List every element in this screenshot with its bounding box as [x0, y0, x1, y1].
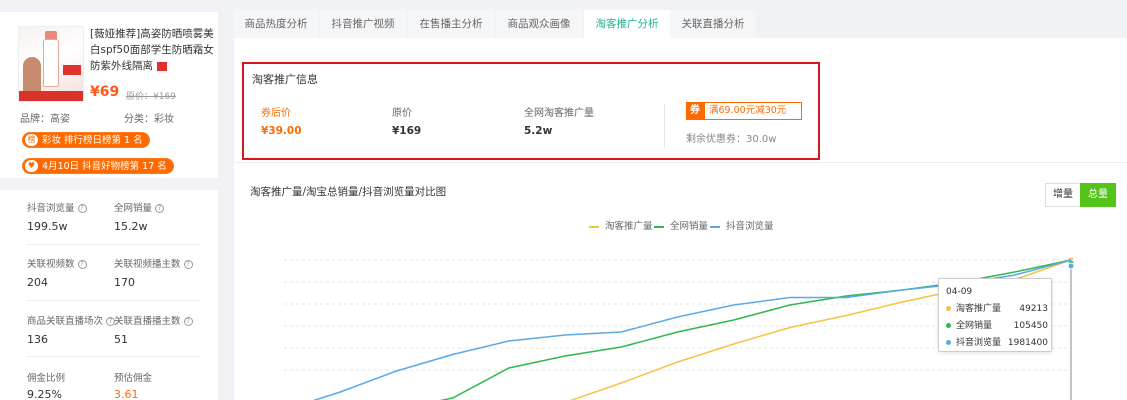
stat-label: 预估佣金 [114, 373, 153, 384]
heart-icon: ♥ [25, 160, 38, 172]
legend-item-views[interactable]: 抖音浏览量 [710, 220, 774, 234]
help-icon: ? [77, 260, 87, 269]
promo-volume-label: 全网淘客推广量 [524, 108, 594, 119]
toggle-increment-button[interactable]: 增量 [1045, 183, 1081, 207]
coupon-text: 满69.00元减30元 [704, 102, 802, 120]
product-price: ¥69 [90, 84, 120, 100]
chart-title: 淘客推广量/淘宝总销量/抖音浏览量对比图 [250, 186, 447, 198]
legend-swatch [710, 225, 720, 228]
help-icon: ? [155, 204, 165, 213]
stat-label: 全网销量? [114, 200, 165, 214]
left-panel: [薇娅推荐]高姿防晒喷雾美白spf50面部学生防晒霜女防紫外线隔离 ¥69 原价… [0, 0, 218, 400]
info-title: 淘客推广信息 [252, 73, 318, 86]
stat-value: 199.5w [27, 220, 68, 233]
coupon-icon: 券 [686, 102, 704, 120]
legend-swatch [654, 225, 664, 228]
tooltip-dot [946, 340, 951, 345]
promo-volume-value: 5.2w [524, 125, 553, 137]
tooltip-dot [946, 323, 951, 328]
stat-value: 204 [27, 276, 48, 289]
model-figure [23, 57, 41, 95]
product-image[interactable] [18, 26, 84, 102]
tab-heat[interactable]: 商品热度分析 [234, 10, 318, 38]
badge-100 [63, 65, 81, 75]
stat-label: 佣金比例 [27, 373, 66, 384]
stat-label: 关联视频播主数? [114, 256, 193, 270]
stat-value: 170 [114, 276, 135, 289]
help-icon: ? [77, 204, 87, 213]
tooltip-date: 04-09 [946, 287, 973, 297]
divider [664, 104, 665, 148]
rank-icon: 榜 [25, 134, 38, 146]
after-coupon-value: ¥39.00 [261, 125, 302, 137]
product-original-price: 原价：¥169 [126, 92, 176, 102]
stats-panel: 抖音浏览量? 199.5w 全网销量? 15.2w 关联视频数? 204 关联视… [0, 190, 218, 400]
tooltip-row: 抖音浏览量 1981400 [946, 336, 1048, 350]
stat-value: 9.25% [27, 388, 62, 400]
stat-value: 136 [27, 333, 48, 346]
product-category: 分类：彩妆 [124, 114, 174, 125]
legend-item-taoke[interactable]: 淘客推广量 [589, 220, 653, 234]
product-card: [薇娅推荐]高姿防晒喷雾美白spf50面部学生防晒霜女防紫外线隔离 ¥69 原价… [0, 12, 218, 178]
tooltip-dot [946, 306, 951, 311]
stat-value: 3.61 [114, 388, 139, 400]
main-panel: 商品热度分析 抖音推广视频 在售播主分析 商品观众画像 淘客推广分析 关联直播分… [234, 0, 1127, 400]
stat-value: 15.2w [114, 220, 148, 233]
stat-value: 51 [114, 333, 128, 346]
rank-badge-douyin[interactable]: ♥ 4月10日 抖音好物榜第 17 名 [22, 158, 174, 174]
tab-taoke[interactable]: 淘客推广分析 [584, 10, 670, 38]
product-brand: 品牌：高姿 [20, 114, 70, 125]
divider [26, 300, 200, 301]
legend-item-sales[interactable]: 全网销量 [654, 220, 708, 234]
divider [26, 244, 200, 245]
chart-tooltip: 04-09 淘客推广量 49213 全网销量 105450 抖音浏览量 1981400 [938, 278, 1052, 352]
tooltip-row: 淘客推广量 49213 [946, 302, 1048, 316]
stat-label: 商品关联直播场次? [27, 313, 116, 327]
stat-label: 关联视频数? [27, 256, 87, 270]
tab-videos[interactable]: 抖音推广视频 [320, 10, 406, 38]
stat-label: 抖音浏览量? [27, 200, 87, 214]
help-icon: ? [183, 260, 193, 269]
series-point-2 [1067, 262, 1075, 270]
tmall-icon [157, 61, 167, 71]
original-price-value: ¥169 [392, 125, 422, 137]
tab-anchors[interactable]: 在售播主分析 [408, 10, 494, 38]
divider [234, 162, 1127, 163]
legend-swatch [589, 225, 599, 228]
tab-live[interactable]: 关联直播分析 [670, 10, 756, 38]
original-price-label: 原价 [392, 108, 412, 119]
bottle [43, 39, 59, 87]
after-coupon-label: 券后价 [261, 108, 291, 119]
stat-label: 关联直播播主数? [114, 313, 193, 327]
toggle-total-button[interactable]: 总量 [1080, 183, 1116, 207]
help-icon: ? [183, 317, 193, 326]
coupon-remaining: 剩余优惠券：30.0w [686, 134, 777, 145]
rank-badge-daily[interactable]: 榜彩妆 排行榜日榜第 1 名 [22, 132, 150, 148]
tab-audience[interactable]: 商品观众画像 [496, 10, 582, 38]
tooltip-row: 全网销量 105450 [946, 319, 1048, 333]
divider [26, 356, 200, 357]
tab-bar: 商品热度分析 抖音推广视频 在售播主分析 商品观众画像 淘客推广分析 关联直播分… [234, 0, 1127, 38]
taoke-info-box: 淘客推广信息 券后价 ¥39.00 原价 ¥169 全网淘客推广量 5.2w 券… [242, 62, 820, 160]
product-title[interactable]: [薇娅推荐]高姿防晒喷雾美白spf50面部学生防晒霜女防紫外线隔离 [90, 26, 214, 74]
image-strip [19, 91, 83, 101]
